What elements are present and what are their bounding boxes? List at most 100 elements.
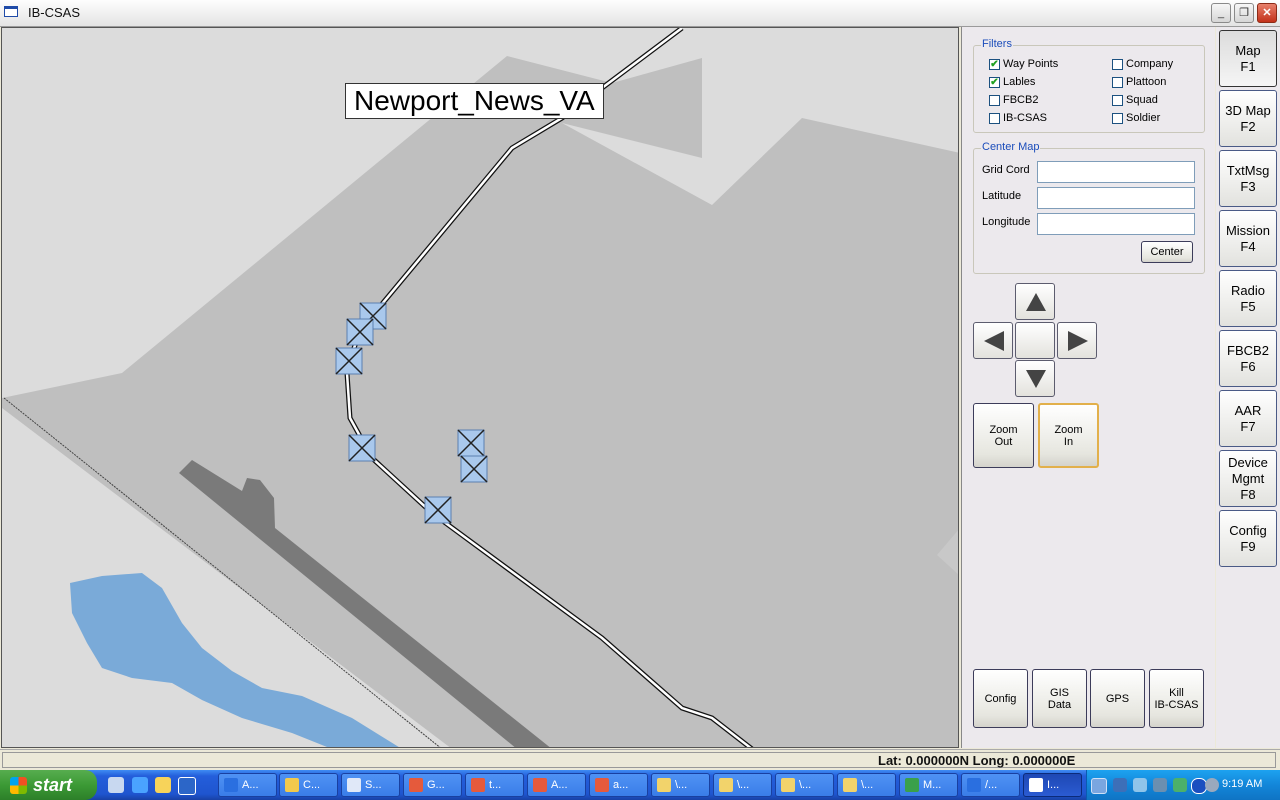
checkbox-soldier[interactable] xyxy=(1112,112,1123,124)
start-label: start xyxy=(33,774,73,795)
pan-up-button[interactable] xyxy=(1015,283,1055,320)
waypoint-marker[interactable] xyxy=(348,434,376,462)
checkbox-ib-csas[interactable] xyxy=(989,112,1000,124)
filter-soldier[interactable]: Soldier xyxy=(1112,112,1160,124)
taskbar-button[interactable]: \... xyxy=(837,773,896,797)
usb-icon[interactable] xyxy=(1153,778,1167,792)
zoom-in-line2: In xyxy=(1063,435,1074,448)
map-canvas[interactable]: Newport_News_VA xyxy=(1,27,959,748)
taskbar-button[interactable]: M... xyxy=(899,773,958,797)
show-desktop-icon[interactable] xyxy=(108,777,124,793)
fkey-fbcb2[interactable]: FBCB2 F6 xyxy=(1219,330,1277,387)
task-app-icon xyxy=(409,778,423,792)
filter-squad[interactable]: Squad xyxy=(1112,94,1158,106)
taskbar-button[interactable]: \... xyxy=(651,773,710,797)
gis-data-button[interactable]: GIS Data xyxy=(1032,669,1087,728)
task-app-icon xyxy=(905,778,919,792)
minimize-button[interactable]: _ xyxy=(1211,3,1231,23)
waypoint-marker[interactable] xyxy=(424,496,452,524)
filter-label: Squad xyxy=(1126,94,1158,106)
kill-ib-csas-button[interactable]: Kill IB-CSAS xyxy=(1149,669,1204,728)
taskbar-button[interactable]: \... xyxy=(775,773,834,797)
app-window-icon xyxy=(4,6,18,17)
longitude-label: Longitude xyxy=(982,216,1031,228)
task-app-icon xyxy=(657,778,671,792)
config-button[interactable]: Config xyxy=(973,669,1028,728)
restore-button[interactable]: ❐ xyxy=(1234,3,1254,23)
fkey-mission[interactable]: Mission F4 xyxy=(1219,210,1277,267)
fkey-map[interactable]: Map F1 xyxy=(1219,30,1277,87)
gps-button[interactable]: GPS xyxy=(1090,669,1145,728)
filters-legend: Filters xyxy=(981,38,1013,50)
fkey-label: Map xyxy=(1235,42,1261,58)
internet-explorer-icon[interactable] xyxy=(132,777,148,793)
taskbar-button[interactable]: I... xyxy=(1023,773,1082,797)
taskbar-button[interactable]: /... xyxy=(961,773,1020,797)
power-icon[interactable] xyxy=(1205,778,1219,792)
pan-down-button[interactable] xyxy=(1015,360,1055,397)
task-app-icon xyxy=(595,778,609,792)
fkey-aar[interactable]: AAR F7 xyxy=(1219,390,1277,447)
fkey-key: F1 xyxy=(1240,58,1256,74)
fkey-label-2: Mgmt xyxy=(1231,470,1265,486)
taskbar-button[interactable]: S... xyxy=(341,773,400,797)
checkbox-squad[interactable] xyxy=(1112,94,1123,106)
filter-company[interactable]: Company xyxy=(1112,58,1173,70)
taskbar-button[interactable]: t... xyxy=(465,773,524,797)
grid-cord-input[interactable] xyxy=(1037,161,1195,183)
checkbox-fbcb2[interactable] xyxy=(989,94,1000,106)
zoom-out-button[interactable]: Zoom Out xyxy=(973,403,1034,468)
zoom-out-line2: Out xyxy=(994,435,1013,448)
checkbox-way-points[interactable]: ✔ xyxy=(989,58,1000,70)
checkbox-lables[interactable]: ✔ xyxy=(989,76,1000,88)
fkey-device-mgmt[interactable]: Device Mgmt F8 xyxy=(1219,450,1277,507)
network-icon[interactable] xyxy=(1113,778,1127,792)
network-2-icon[interactable] xyxy=(1133,778,1147,792)
filter-lables[interactable]: ✔ Lables xyxy=(989,76,1035,88)
tray-collapse-icon[interactable] xyxy=(1091,778,1107,794)
taskbar-button[interactable]: C... xyxy=(279,773,338,797)
checkbox-company[interactable] xyxy=(1112,58,1123,70)
latitude-input[interactable] xyxy=(1037,187,1195,209)
filter-fbcb2[interactable]: FBCB2 xyxy=(989,94,1038,106)
wireless-icon[interactable] xyxy=(1173,778,1187,792)
filter-plattoon[interactable]: Plattoon xyxy=(1112,76,1166,88)
waypoint-marker[interactable] xyxy=(346,318,374,346)
fkey-key: F9 xyxy=(1240,538,1256,554)
pan-center-button[interactable] xyxy=(1015,322,1055,359)
taskbar-button[interactable]: A... xyxy=(218,773,277,797)
center-button[interactable]: Center xyxy=(1141,241,1193,263)
map-graphics xyxy=(2,28,958,747)
waypoint-marker[interactable] xyxy=(335,347,363,375)
taskbar-button[interactable]: G... xyxy=(403,773,462,797)
fkey-3d-map[interactable]: 3D Map F2 xyxy=(1219,90,1277,147)
map-location-label: Newport_News_VA xyxy=(345,83,604,119)
zoom-out-line1: Zoom xyxy=(989,423,1018,436)
task-app-icon xyxy=(1029,778,1043,792)
pan-left-button[interactable] xyxy=(973,322,1013,359)
outlook-icon[interactable] xyxy=(155,777,171,793)
close-button[interactable]: ✕ xyxy=(1257,3,1277,23)
arrow-up-icon xyxy=(1026,293,1046,311)
fkey-key: F4 xyxy=(1240,238,1256,254)
zoom-in-button[interactable]: Zoom In xyxy=(1038,403,1099,468)
media-player-icon[interactable] xyxy=(178,777,196,795)
checkbox-plattoon[interactable] xyxy=(1112,76,1123,88)
start-button[interactable]: start xyxy=(0,770,97,800)
filter-ib-csas[interactable]: IB-CSAS xyxy=(989,112,1047,124)
fkey-radio[interactable]: Radio F5 xyxy=(1219,270,1277,327)
filter-way-points[interactable]: ✔ Way Points xyxy=(989,58,1058,70)
taskbar-button[interactable]: \... xyxy=(713,773,772,797)
filter-label: Lables xyxy=(1003,76,1036,88)
fkey-config[interactable]: Config F9 xyxy=(1219,510,1277,567)
fkey-txtmsg[interactable]: TxtMsg F3 xyxy=(1219,150,1277,207)
taskbar-button[interactable]: A... xyxy=(527,773,586,797)
taskbar-button[interactable]: a... xyxy=(589,773,648,797)
pan-right-button[interactable] xyxy=(1057,322,1097,359)
fkey-label: Config xyxy=(1229,522,1267,538)
longitude-input[interactable] xyxy=(1037,213,1195,235)
waypoint-marker[interactable] xyxy=(457,429,485,457)
waypoint-marker[interactable] xyxy=(460,455,488,483)
kill-line2: IB-CSAS xyxy=(1154,698,1199,711)
filter-label: IB-CSAS xyxy=(1003,112,1048,124)
